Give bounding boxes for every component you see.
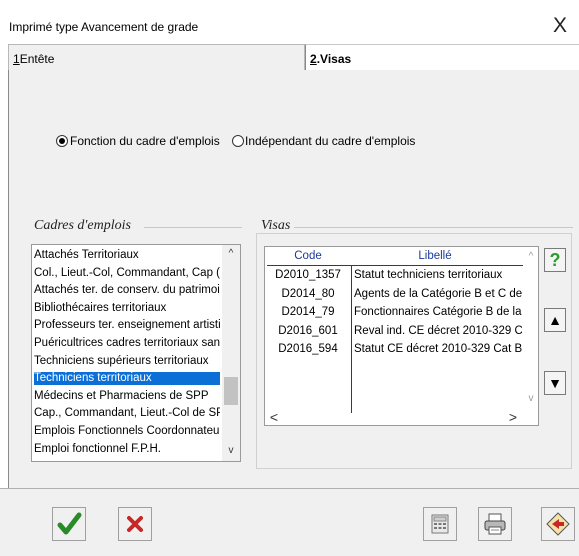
visas-code-cell: D2014_80 bbox=[281, 287, 335, 300]
cadres-list-item[interactable]: Bibliothécaires territoriaux bbox=[34, 302, 220, 315]
move-down-button[interactable]: ▼ bbox=[544, 371, 566, 395]
radio-fonction-cadre[interactable] bbox=[56, 135, 68, 147]
visas-code-cell: D2016_594 bbox=[278, 343, 338, 355]
grid-scroll-down-icon[interactable]: v bbox=[525, 393, 537, 404]
scroll-down-icon[interactable]: v bbox=[222, 445, 240, 456]
visas-header-line bbox=[267, 265, 523, 266]
cadres-list-item[interactable]: Cap., Commandant, Lieut.-Col de SPI bbox=[34, 407, 220, 420]
move-up-button[interactable]: ▲ bbox=[544, 308, 566, 332]
cadres-list-item[interactable]: Médecins et Pharmaciens de SPP bbox=[34, 390, 220, 403]
ok-button[interactable] bbox=[52, 507, 86, 541]
visas-col-code-header[interactable]: Code bbox=[265, 250, 351, 262]
checkmark-icon bbox=[57, 512, 82, 535]
tab-visas[interactable]: 2.Visas bbox=[305, 44, 579, 71]
cadres-list-item[interactable]: Emploi fonctionnel F.P.H. bbox=[34, 443, 220, 456]
cadres-group-line bbox=[144, 227, 242, 228]
help-icon: ? bbox=[549, 250, 561, 270]
cadres-list-item[interactable]: Puéricultrices cadres territoriaux sant bbox=[34, 337, 220, 350]
visas-row[interactable]: D2016_594 Statut CE décret 2010-329 Cat B bbox=[265, 343, 523, 359]
exit-button[interactable] bbox=[541, 507, 575, 541]
cadres-list-item[interactable]: Col., Lieut.-Col, Commandant, Cap (a bbox=[34, 267, 220, 280]
visas-libelle-cell: Reval ind. CE décret 2010-329 Ca bbox=[354, 324, 522, 337]
cadres-list-item[interactable]: Attachés Territoriaux bbox=[34, 249, 220, 262]
cadres-list-item[interactable]: Attachés ter. de conserv. du patrimoi bbox=[34, 284, 220, 297]
visas-libelle-cell: Statut CE décret 2010-329 Cat B bbox=[354, 343, 522, 355]
scroll-thumb[interactable] bbox=[224, 377, 238, 405]
visas-code-cell: D2010_1357 bbox=[275, 269, 341, 281]
radio-independant-cadre[interactable] bbox=[232, 135, 244, 147]
visas-row[interactable]: D2014_79 Fonctionnaires Catégorie B de la… bbox=[265, 306, 523, 322]
cross-icon bbox=[127, 516, 143, 532]
tab-visas-key: 2 bbox=[310, 52, 317, 66]
visas-row[interactable]: D2014_80 Agents de la Catégorie B et C de… bbox=[265, 288, 523, 304]
cadres-list-item[interactable]: Techniciens territoriaux bbox=[34, 372, 220, 386]
grid-scroll-right-icon[interactable]: > bbox=[507, 409, 519, 425]
calculator-icon bbox=[431, 514, 449, 534]
window-title: Imprimé type Avancement de grade bbox=[9, 20, 199, 34]
help-button[interactable]: ? bbox=[544, 248, 566, 272]
cadres-list-item[interactable]: Techniciens supérieurs territoriaux bbox=[34, 355, 220, 368]
visas-row[interactable]: D2016_601 Reval ind. CE décret 2010-329 C… bbox=[265, 325, 523, 341]
cadres-list-item[interactable]: Professeurs ter. enseignement artistic bbox=[34, 319, 220, 332]
visas-code-cell: D2016_601 bbox=[278, 324, 338, 337]
tab-entete-key: 1 bbox=[13, 52, 20, 66]
visas-libelle-cell: Fonctionnaires Catégorie B de la F bbox=[354, 306, 522, 318]
visas-code-cell: D2014_79 bbox=[281, 306, 335, 318]
visas-group-title: Visas bbox=[261, 218, 291, 233]
tab-entete-label: Entête bbox=[19, 52, 55, 66]
exit-icon bbox=[546, 512, 570, 536]
visas-group-line bbox=[294, 227, 573, 228]
calculator-button[interactable] bbox=[423, 507, 457, 541]
visas-libelle-cell: Statut techniciens territoriaux bbox=[354, 269, 503, 281]
cadres-scrollbar[interactable]: ^ v bbox=[222, 245, 240, 461]
visas-libelle-cell: Agents de la Catégorie B et C de l bbox=[354, 287, 522, 300]
scroll-up-icon[interactable]: ^ bbox=[222, 248, 240, 259]
grid-scroll-left-icon[interactable]: < bbox=[268, 409, 280, 425]
radio-independant-cadre-label[interactable]: Indépendant du cadre d'emplois bbox=[245, 134, 415, 148]
grid-scroll-up-icon[interactable]: ^ bbox=[525, 251, 537, 262]
visas-grid[interactable]: Code Libellé D2010_1357 Statut technicien… bbox=[264, 246, 539, 426]
printer-icon bbox=[484, 513, 506, 535]
arrow-down-icon: ▼ bbox=[548, 375, 562, 391]
cancel-button[interactable] bbox=[118, 507, 152, 541]
visas-col-libelle-header[interactable]: Libellé bbox=[355, 250, 515, 262]
close-icon[interactable]: X bbox=[553, 14, 567, 38]
arrow-up-icon: ▲ bbox=[548, 312, 562, 328]
visas-row[interactable]: D2010_1357 Statut techniciens territoriau… bbox=[265, 269, 523, 285]
cadres-group-title: Cadres d'emplois bbox=[34, 218, 131, 233]
radio-fonction-cadre-label[interactable]: Fonction du cadre d'emplois bbox=[70, 134, 220, 148]
cadres-list-item[interactable]: Emplois Fonctionnels Coordonnateur bbox=[34, 425, 220, 438]
tab-entete[interactable]: 1Entête bbox=[8, 44, 305, 70]
print-button[interactable] bbox=[478, 507, 512, 541]
tab-visas-label: Visas bbox=[320, 52, 352, 66]
cadres-list[interactable]: Attachés Territoriaux Col., Lieut.-Col, C… bbox=[31, 244, 241, 462]
